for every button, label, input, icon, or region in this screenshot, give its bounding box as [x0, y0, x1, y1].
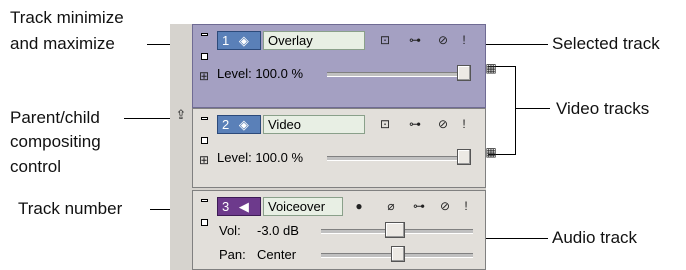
vol-value: -3.0 dB — [257, 223, 299, 238]
track-name-field[interactable]: Overlay — [263, 31, 365, 50]
invert-phase-icon[interactable]: ⌀ — [383, 199, 399, 213]
make-child-icon[interactable]: ⇪ — [173, 108, 189, 122]
fx-icon[interactable]: ⊶ — [411, 199, 427, 213]
callout-track-number: Track number — [18, 199, 123, 218]
level-slider-thumb[interactable] — [457, 149, 471, 165]
level-label: Level: 100.0 % — [217, 66, 304, 81]
arm-record-icon[interactable]: ● — [351, 199, 367, 213]
arm-record-icon[interactable]: ▦ — [483, 61, 499, 75]
track-list-panel: ⇪ ⊞ 1 ◈ Overlay ⊡ ⊶ ⊘ ! Level: 100.0 % ▦… — [170, 24, 497, 270]
track-overlay[interactable]: ⊞ 1 ◈ Overlay ⊡ ⊶ ⊘ ! Level: 100.0 % ▦ — [192, 24, 497, 108]
track-number-1: 1 ◈ — [217, 31, 261, 50]
level-value: 100.0 % — [255, 150, 304, 165]
track-audio[interactable]: 3 ◀ Voiceover ● ⌀ ⊶ ⊘ ! Vol: -3.0 dB Pan… — [192, 190, 486, 270]
maximize-icon[interactable] — [201, 219, 208, 226]
maximize-icon[interactable] — [201, 137, 208, 144]
fx-icon[interactable]: ⊶ — [407, 117, 423, 131]
callout-line-audio — [478, 238, 548, 239]
arm-record-icon[interactable]: ▦ — [483, 145, 499, 159]
track-number-2: 2 ◈ — [217, 115, 261, 134]
track-video[interactable]: ⊞ 2 ◈ Video ⊡ ⊶ ⊘ ! Level: 100.0 % ▦ — [192, 108, 497, 188]
callout-selected-track: Selected track — [552, 34, 660, 53]
level-slider[interactable] — [327, 156, 465, 161]
solo-icon[interactable]: ! — [459, 117, 469, 131]
callout-bracket-vertical — [515, 66, 516, 154]
minimize-icon[interactable] — [201, 33, 208, 36]
level-slider-thumb[interactable] — [457, 65, 471, 81]
track-name-field[interactable]: Voiceover — [263, 197, 343, 216]
minimize-icon[interactable] — [201, 199, 208, 202]
bypass-motion-icon[interactable]: ⊡ — [377, 33, 393, 47]
video-track-icon: ◈ — [238, 33, 249, 48]
track-number-3: 3 ◀ — [217, 197, 261, 216]
audio-track-icon: ◀ — [238, 199, 249, 214]
callout-line-video — [515, 108, 550, 109]
track-number-label: 3 — [222, 199, 230, 214]
volume-slider-thumb[interactable] — [385, 222, 405, 238]
compositing-mode-icon[interactable]: ⊞ — [197, 153, 211, 167]
track-list-gutter: ⇪ — [170, 24, 192, 270]
fx-icon[interactable]: ⊶ — [407, 33, 423, 47]
vol-label: Vol: — [219, 223, 241, 238]
maximize-icon[interactable] — [201, 53, 208, 60]
mute-icon[interactable]: ⊘ — [437, 199, 453, 213]
callout-parent-line3: control — [10, 157, 62, 176]
callout-parent-line1: Parent/child — [10, 108, 100, 127]
pan-value: Center — [257, 247, 297, 262]
callout-minimize-line1: Track minimize — [10, 8, 124, 27]
solo-icon[interactable]: ! — [459, 33, 469, 47]
minimize-icon[interactable] — [201, 117, 208, 120]
solo-icon[interactable]: ! — [461, 199, 471, 213]
pan-label: Pan: — [219, 247, 246, 262]
compositing-mode-icon[interactable]: ⊞ — [197, 69, 211, 83]
mute-icon[interactable]: ⊘ — [435, 117, 451, 131]
callout-line-parent — [124, 118, 172, 119]
track-number-label: 1 — [222, 33, 230, 48]
track-name-field[interactable]: Video — [263, 115, 365, 134]
callout-audio-track: Audio track — [552, 228, 638, 247]
bypass-motion-icon[interactable]: ⊡ — [377, 117, 393, 131]
track-number-label: 2 — [222, 117, 230, 132]
callout-parent-line2: compositing — [10, 132, 101, 151]
callout-video-tracks: Video tracks — [556, 99, 650, 118]
level-slider[interactable] — [327, 72, 465, 77]
mute-icon[interactable]: ⊘ — [435, 33, 451, 47]
level-value: 100.0 % — [255, 66, 304, 81]
callout-minimize-line2: and maximize — [10, 34, 115, 53]
level-label: Level: 100.0 % — [217, 150, 304, 165]
pan-slider-thumb[interactable] — [391, 246, 405, 262]
video-track-icon: ◈ — [238, 117, 249, 132]
